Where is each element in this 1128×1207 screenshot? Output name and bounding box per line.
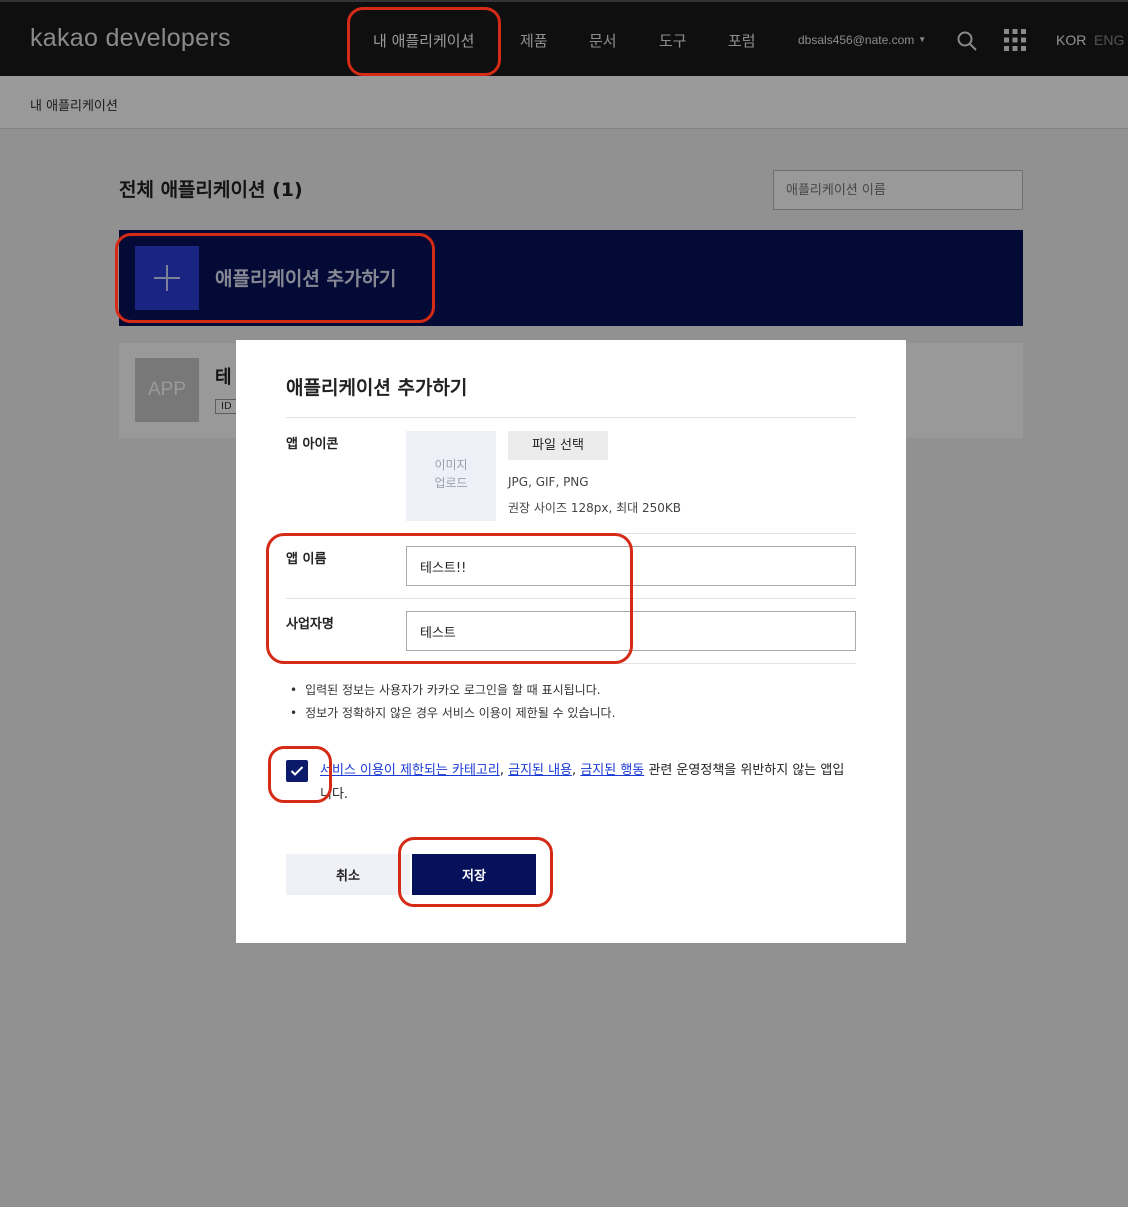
annotation-outline [268,746,332,803]
file-formats: JPG, GIF, PNG [508,475,589,489]
annotation-outline [115,233,435,323]
upload-line-1: 이미지 [434,458,468,472]
image-upload-placeholder[interactable]: 이미지 업로드 [406,431,496,521]
policy-agree-text: 서비스 이용이 제한되는 카테고리, 금지된 내용, 금지된 행동 관련 운영정… [320,759,850,807]
notice-item: 입력된 정보는 사용자가 카카오 로그인을 할 때 표시됩니다. [290,679,615,702]
modal-title: 애플리케이션 추가하기 [286,377,468,399]
restricted-category-link[interactable]: 서비스 이용이 제한되는 카테고리 [320,763,500,778]
upload-line-2: 업로드 [434,476,468,490]
cancel-button[interactable]: 취소 [286,854,410,895]
annotation-outline [347,7,501,76]
prohibited-behavior-link[interactable]: 금지된 행동 [580,763,644,778]
choose-file-button[interactable]: 파일 선택 [508,431,608,460]
notice-item: 정보가 정확하지 않은 경우 서비스 이용이 제한될 수 있습니다. [290,702,615,725]
annotation-outline [398,837,553,907]
file-size-hint: 권장 사이즈 128px, 최대 250KB [508,501,681,515]
annotation-outline [266,533,633,664]
notice-list: 입력된 정보는 사용자가 카카오 로그인을 할 때 표시됩니다. 정보가 정확하… [290,679,615,725]
divider [286,417,856,418]
separator: , [499,763,509,778]
app-icon-label: 앱 아이콘 [286,437,339,452]
prohibited-content-link[interactable]: 금지된 내용 [508,763,572,778]
